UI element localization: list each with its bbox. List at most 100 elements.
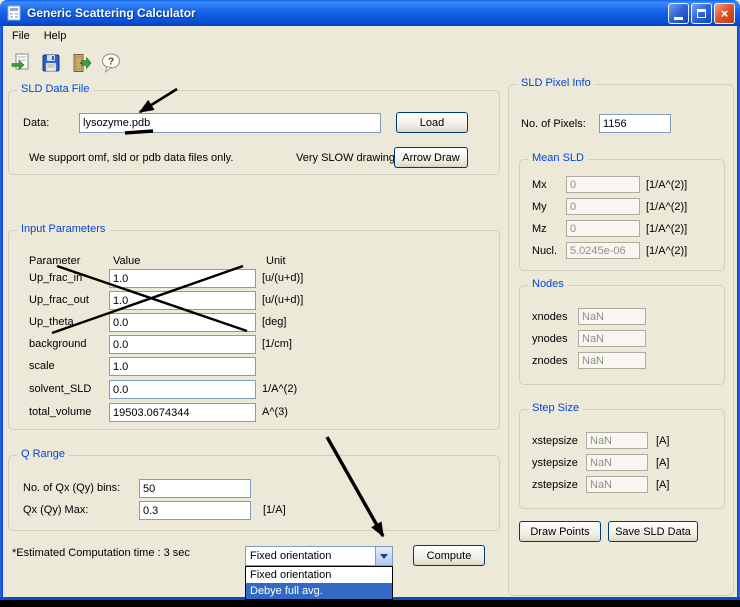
nucl-label: Nucl. [532,245,557,258]
mz-input [566,220,640,237]
mz-label: Mz [532,223,547,236]
param-input-solvent_sld[interactable] [109,380,256,399]
param-input-scale[interactable] [109,357,256,376]
param-unit-up_frac_out: [u/(u+d)] [262,294,303,307]
open-file-button[interactable] [8,50,34,76]
mx-unit: [1/A^(2)] [646,179,687,192]
pixels-input[interactable] [599,114,671,133]
ynodes-label: ynodes [532,333,567,346]
ynodes-input [578,330,646,347]
data-label: Data: [23,117,49,130]
screenshot-stage: Generic Scattering Calculator × File Hel… [0,0,740,607]
save-button[interactable] [38,50,64,76]
qx-max-label: Qx (Qy) Max: [23,504,88,517]
input-parameters-group: Input Parameters Parameter Value Unit Up… [8,230,500,430]
zstepsize-unit: [A] [656,479,669,492]
column-header-unit: Unit [266,255,286,268]
param-label-solvent_sld: solvent_SLD [29,383,91,396]
data-file-input[interactable] [79,113,381,133]
param-input-background[interactable] [109,335,256,354]
minimize-button[interactable] [668,3,689,24]
xstepsize-input [586,432,648,449]
pixels-label: No. of Pixels: [521,118,586,131]
maximize-icon [697,9,706,18]
param-label-up_theta: Up_theta [29,316,74,329]
sld-pixel-info-group: SLD Pixel Info No. of Pixels: Mean SLD M… [508,84,734,596]
step-size-group: Step Size xstepsize [A] ystepsize [A] zs… [519,409,725,509]
compute-button[interactable]: Compute [413,545,485,566]
param-label-up_frac_in: Up_frac_in [29,272,82,285]
computation-time-note: *Estimated Computation time : 3 sec [12,547,190,560]
param-unit-up_frac_in: [u/(u+d)] [262,272,303,285]
znodes-label: znodes [532,355,567,368]
qx-max-input[interactable] [139,501,251,520]
save-sld-data-button[interactable]: Save SLD Data [608,521,698,542]
help-question-glyph: ? [108,57,114,68]
minimize-icon [674,17,683,20]
param-unit-up_theta: [deg] [262,316,286,329]
q-range-group-title: Q Range [17,448,69,460]
exit-button[interactable] [68,50,94,76]
arrow-draw-button[interactable]: Arrow Draw [394,147,468,168]
nodes-group: Nodes xnodes ynodes znodes [519,285,725,385]
orientation-combobox[interactable]: Fixed orientation [245,546,393,566]
menu-help[interactable]: Help [37,28,74,44]
column-header-value: Value [113,255,140,268]
nucl-unit: [1/A^(2)] [646,245,687,258]
save-icon [40,52,62,74]
param-label-up_frac_out: Up_frac_out [29,294,89,307]
chevron-down-icon [380,554,388,559]
step-size-group-title: Step Size [528,402,583,414]
mz-unit: [1/A^(2)] [646,223,687,236]
close-button[interactable]: × [714,3,735,24]
ystepsize-label: ystepsize [532,457,578,470]
param-label-total_volume: total_volume [29,406,91,419]
param-input-up_frac_in[interactable] [109,269,256,288]
load-button[interactable]: Load [396,112,468,133]
help-icon: ? [100,52,122,74]
xnodes-input [578,308,646,325]
param-input-total_volume[interactable] [109,403,256,422]
sld-data-file-group-title: SLD Data File [17,83,93,95]
close-icon: × [721,6,729,21]
my-input [566,198,640,215]
input-parameters-group-title: Input Parameters [17,223,109,235]
toolbar: ? [3,46,737,80]
ystepsize-input [586,454,648,471]
param-unit-solvent_sld: 1/A^(2) [262,383,297,396]
maximize-button[interactable] [691,3,712,24]
qx-bins-input[interactable] [139,479,251,498]
orientation-option-fixed[interactable]: Fixed orientation [246,567,392,583]
xstepsize-unit: [A] [656,435,669,448]
xnodes-label: xnodes [532,311,567,324]
znodes-input [578,352,646,369]
param-label-background: background [29,338,87,351]
menu-file[interactable]: File [5,28,37,44]
xstepsize-label: xstepsize [532,435,578,448]
nucl-input [566,242,640,259]
exit-icon [70,52,92,74]
nodes-group-title: Nodes [528,278,568,290]
draw-points-button[interactable]: Draw Points [519,521,601,542]
ystepsize-unit: [A] [656,457,669,470]
mean-sld-group: Mean SLD Mx [1/A^(2)] My [1/A^(2)] Mz [1… [519,159,725,271]
param-input-up_theta[interactable] [109,313,256,332]
combo-dropdown-button[interactable] [375,547,392,565]
help-button[interactable]: ? [98,50,124,76]
support-note: We support omf, sld or pdb data files on… [29,152,233,165]
sld-data-file-group: SLD Data File Data: Load We support omf,… [8,90,500,175]
orientation-option-debye[interactable]: Debye full avg. [246,583,392,599]
param-input-up_frac_out[interactable] [109,291,256,310]
title-bar: Generic Scattering Calculator × [0,0,740,26]
orientation-selected-value: Fixed orientation [246,550,375,562]
window-border-left [0,26,3,597]
qx-bins-label: No. of Qx (Qy) bins: [23,482,120,495]
column-header-parameter: Parameter [29,255,80,268]
q-range-group: Q Range No. of Qx (Qy) bins: Qx (Qy) Max… [8,455,500,531]
my-unit: [1/A^(2)] [646,201,687,214]
menu-bar: File Help [3,26,737,46]
param-unit-background: [1/cm] [262,338,292,351]
param-label-scale: scale [29,360,55,373]
orientation-dropdown-list: Fixed orientation Debye full avg. [245,566,393,600]
app-window: Generic Scattering Calculator × File Hel… [0,0,740,600]
